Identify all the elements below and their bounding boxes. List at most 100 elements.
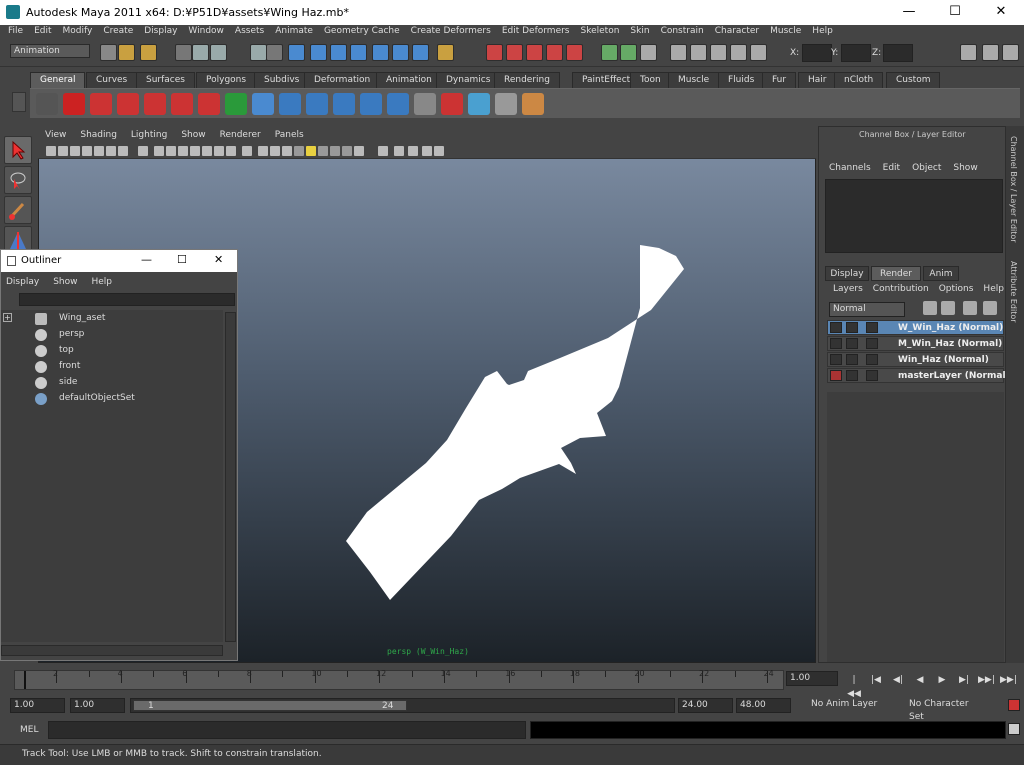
shelf-tab-fluids[interactable]: Fluids [718,72,765,88]
shelf-tool-7-icon[interactable] [225,93,247,115]
shelf-tool-9-icon[interactable] [279,93,301,115]
shelf-tab-animation[interactable]: Animation [376,72,442,88]
shelf-tab-ncloth[interactable]: nCloth [834,72,884,88]
menu-edit-deformers[interactable]: Edit Deformers [502,26,570,36]
viewport-tool-1-icon[interactable] [58,146,68,156]
outliner-close-button[interactable]: ✕ [214,253,223,266]
outliner-filter-field[interactable] [19,293,235,306]
shelf-tool-10-icon[interactable] [306,93,328,115]
status-tool-9-icon[interactable] [310,44,327,61]
menu-set-dropdown[interactable]: Animation [10,44,90,58]
layer-render-toggle-icon[interactable] [830,322,842,333]
outliner-maximize-button[interactable]: ☐ [177,253,187,266]
layer-menu-contribution[interactable]: Contribution [873,284,929,294]
mel-label[interactable]: MEL [20,725,38,735]
z-field[interactable] [883,44,913,62]
status-tool-0-icon[interactable] [100,44,117,61]
shelf-tab-curves[interactable]: Curves [86,72,138,88]
outliner-item-front[interactable]: front [59,361,80,371]
anim-layer-dropdown[interactable]: No Anim Layer [808,698,886,713]
viewport-tool-8-icon[interactable] [154,146,164,156]
viewport-menu-panels[interactable]: Panels [275,130,304,140]
playback-start-field[interactable]: 1.00 [70,698,125,713]
playback-button-0[interactable]: |◀◀ [846,673,862,699]
viewport-tool-6-icon[interactable] [118,146,128,156]
menu-modify[interactable]: Modify [63,26,93,36]
shelf-tab-general[interactable]: General [30,72,86,88]
layer-settings-icon[interactable] [866,370,878,381]
viewport-tool-20-icon[interactable] [306,146,316,156]
x-field[interactable] [802,44,832,62]
menu-display[interactable]: Display [144,26,177,36]
playback-button-3[interactable]: ◀ [912,673,928,687]
shelf-tab-subdivs[interactable]: Subdivs [254,72,310,88]
shelf-tab-custom[interactable]: Custom [886,72,941,88]
layer-tab-anim[interactable]: Anim [923,266,959,281]
shelf-tool-0-icon[interactable] [36,93,58,115]
menu-muscle[interactable]: Muscle [770,26,801,36]
layer-tool-3-icon[interactable] [983,301,997,315]
layer-render-toggle-icon[interactable] [830,354,842,365]
command-input[interactable] [48,721,526,739]
shelf-tab-rendering[interactable]: Rendering [494,72,560,88]
shelf-tab-deformation[interactable]: Deformation [304,72,381,88]
shelf-tool-14-icon[interactable] [414,93,436,115]
viewport-tool-19-icon[interactable] [294,146,304,156]
paint-select-tool-icon[interactable] [4,196,32,224]
outliner-menu-display[interactable]: Display [6,277,39,287]
status-tool-2-icon[interactable] [140,44,157,61]
status-tool-1-icon[interactable] [118,44,135,61]
shelf-tool-3-icon[interactable] [117,93,139,115]
outliner-menu-show[interactable]: Show [53,277,77,287]
outliner-menu-help[interactable]: Help [91,277,112,287]
shelf-tool-4-icon[interactable] [144,93,166,115]
status-tool-8-icon[interactable] [288,44,305,61]
shelf-tool-2-icon[interactable] [90,93,112,115]
minimize-button[interactable]: — [886,0,932,25]
layer-tab-display[interactable]: Display [825,266,869,281]
playback-button-6[interactable]: ▶▶| [978,673,995,687]
layer-visibility-icon[interactable] [846,354,858,365]
layer-menu-help[interactable]: Help [983,284,1004,294]
panel-toggle-0-icon[interactable] [960,44,977,61]
render-layer-row[interactable]: W_Win_Haz (Normal) [827,320,1004,335]
menu-create[interactable]: Create [103,26,133,36]
menu-assets[interactable]: Assets [235,26,264,36]
viewport-menu-renderer[interactable]: Renderer [220,130,261,140]
menu-character[interactable]: Character [715,26,759,36]
outliner-scrollbar[interactable] [225,312,236,642]
shelf-tool-11-icon[interactable] [333,93,355,115]
viewport-tool-11-icon[interactable] [190,146,200,156]
viewport-tool-13-icon[interactable] [214,146,224,156]
menu-constrain[interactable]: Constrain [661,26,704,36]
viewport-tool-17-icon[interactable] [270,146,280,156]
menu-animate[interactable]: Animate [275,26,313,36]
layer-settings-icon[interactable] [866,354,878,365]
shelf-tab-polygons[interactable]: Polygons [196,72,257,88]
status-tool-18-icon[interactable] [526,44,543,61]
attribute-editor-side-tab[interactable]: Attribute Editor [1009,261,1018,331]
channel-box-menu-channels[interactable]: Channels [829,163,871,173]
menu-skeleton[interactable]: Skeleton [581,26,620,36]
status-tool-17-icon[interactable] [506,44,523,61]
shelf-tool-1-icon[interactable] [63,93,85,115]
y-field[interactable] [841,44,871,62]
shelf-menu-icon[interactable] [12,92,26,112]
shelf-tab-muscle[interactable]: Muscle [668,72,720,88]
shelf-tool-16-icon[interactable] [468,93,490,115]
outliner-hscrollbar[interactable] [1,645,223,656]
status-tool-19-icon[interactable] [546,44,563,61]
shelf-tab-dynamics[interactable]: Dynamics [436,72,501,88]
range-bar[interactable]: 1 24 [130,698,675,713]
maximize-button[interactable]: ☐ [932,0,978,25]
menu-window[interactable]: Window [188,26,224,36]
viewport-tool-0-icon[interactable] [46,146,56,156]
render-layer-row[interactable]: M_Win_Haz (Normal) [827,336,1004,351]
playback-button-1[interactable]: |◀ [868,673,884,687]
panel-toggle-2-icon[interactable] [1002,44,1019,61]
viewport-menu-shading[interactable]: Shading [80,130,117,140]
outliner-item-defaultobjectset[interactable]: defaultObjectSet [59,393,135,403]
layer-tool-2-icon[interactable] [963,301,977,315]
status-tool-3-icon[interactable] [175,44,192,61]
viewport-tool-25-icon[interactable] [378,146,388,156]
